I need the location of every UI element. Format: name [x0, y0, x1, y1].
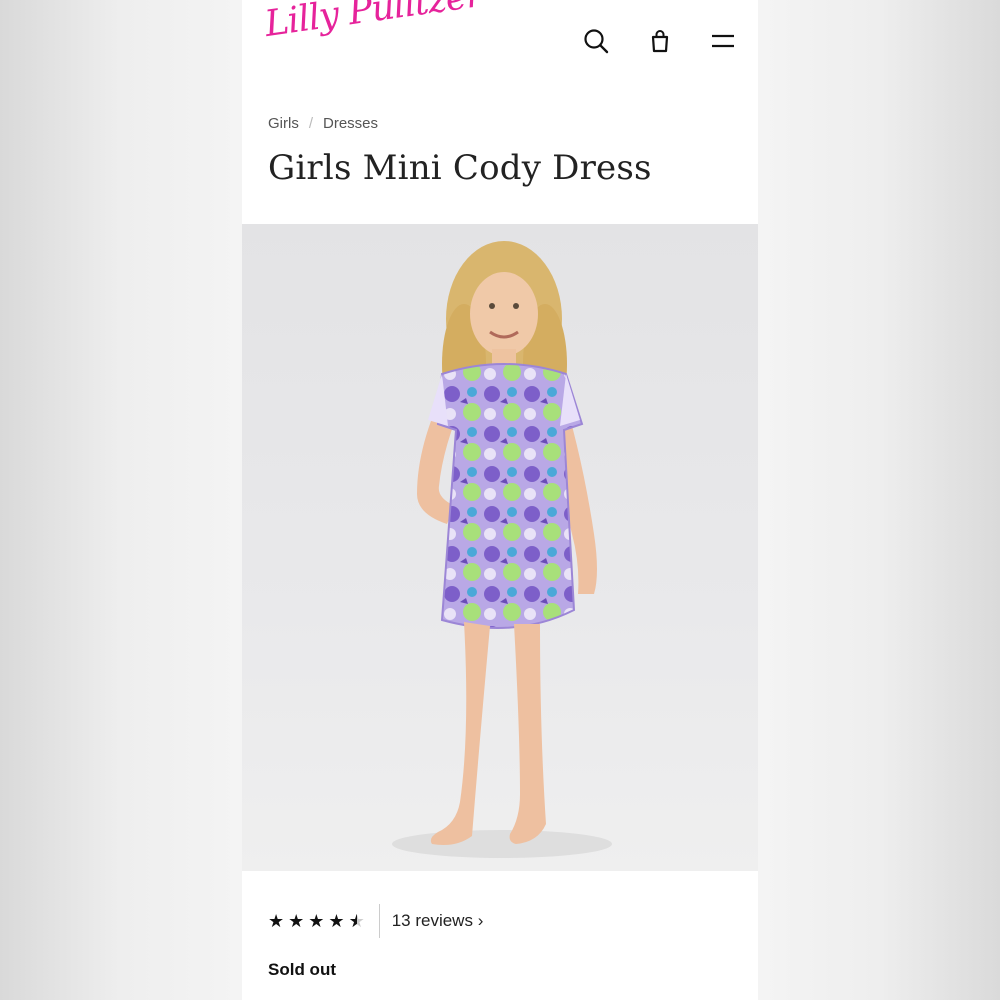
star-icon: ★: [268, 910, 285, 931]
half-star-icon: ★: [349, 911, 365, 932]
product-image[interactable]: [242, 224, 758, 871]
breadcrumb-girls[interactable]: Girls: [268, 115, 299, 132]
rating-divider: [378, 904, 380, 938]
reviews-label: 13 reviews: [391, 911, 473, 930]
search-icon[interactable]: [581, 26, 611, 56]
product-title: Girls Mini Cody Dress: [268, 148, 652, 188]
product-rating: ★ ★ ★ ★ ★ 13 reviews ›: [268, 904, 484, 938]
brand-logo[interactable]: Lilly Pulitzer: [262, 0, 484, 45]
product-photo-illustration: [392, 241, 612, 858]
rating-stars: ★ ★ ★ ★ ★: [268, 911, 365, 932]
star-icon: ★: [328, 910, 345, 931]
chevron-right-icon: ›: [477, 911, 484, 930]
menu-icon[interactable]: [708, 26, 738, 56]
availability-status: Sold out: [268, 960, 336, 979]
shopping-bag-icon[interactable]: [645, 26, 675, 56]
breadcrumb-separator: /: [308, 115, 313, 132]
star-icon: ★: [288, 910, 305, 931]
breadcrumb: Girls / Dresses: [268, 115, 378, 132]
reviews-link[interactable]: 13 reviews ›: [392, 911, 484, 931]
site-header: Lilly Pulitzer: [242, 0, 758, 90]
star-icon: ★: [308, 910, 325, 931]
product-page: Lilly Pulitzer Girls / Dresses Girls Min…: [242, 0, 758, 1000]
breadcrumb-dresses[interactable]: Dresses: [323, 115, 378, 132]
